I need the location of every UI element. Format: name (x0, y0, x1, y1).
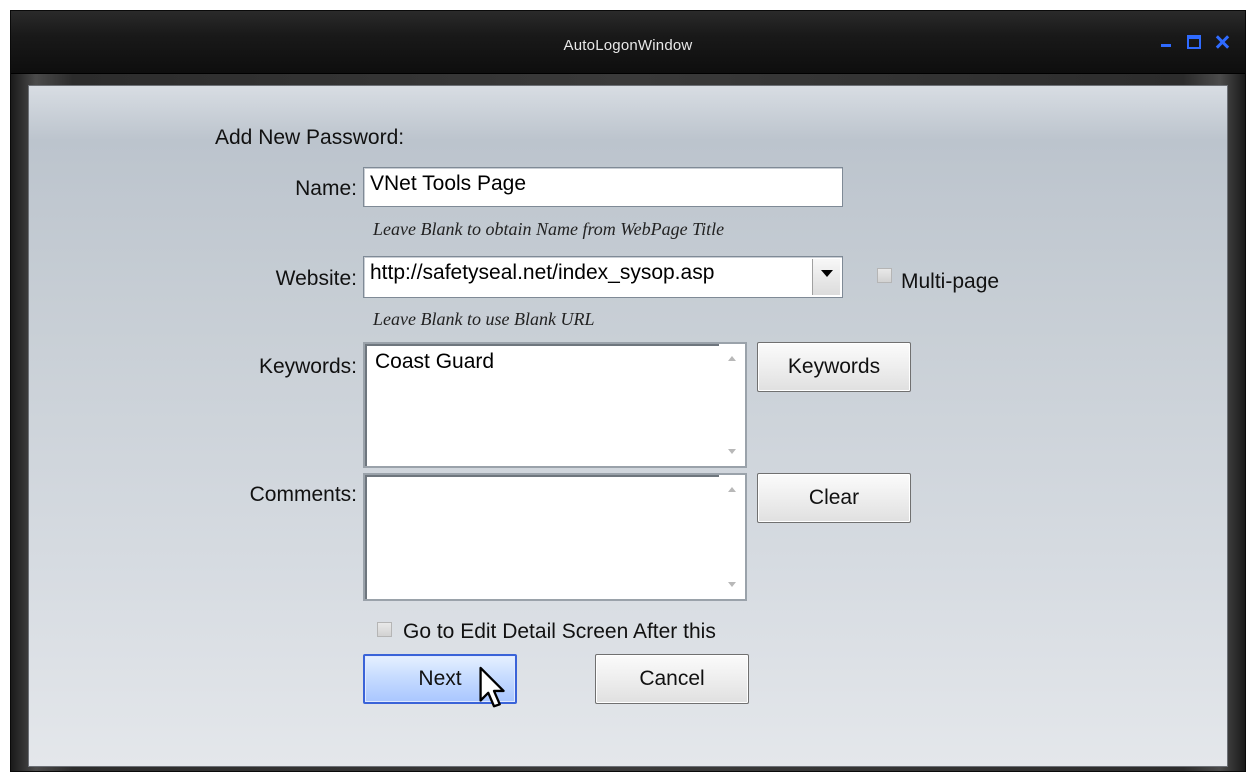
close-icon[interactable] (1215, 35, 1229, 49)
name-label: Name: (295, 177, 357, 200)
website-hint: Leave Blank to use Blank URL (373, 309, 595, 329)
keywords-textarea[interactable]: Coast Guard (363, 342, 747, 468)
comments-label: Comments: (249, 483, 357, 506)
window-title: AutoLogonWindow (563, 37, 693, 54)
multipage-label: Multi-page (901, 270, 1000, 293)
name-hint: Leave Blank to obtain Name from WebPage … (373, 219, 725, 239)
scroll-down-icon[interactable] (728, 582, 736, 587)
dialog-body: Add New Password: Name: VNet Tools Page … (28, 85, 1228, 767)
form-heading: Add New Password: (215, 126, 405, 149)
website-label: Website: (275, 267, 357, 290)
clear-button[interactable]: Clear (757, 473, 911, 523)
maximize-icon[interactable] (1187, 35, 1201, 49)
keywords-button[interactable]: Keywords (757, 342, 911, 392)
app-window: AutoLogonWindow Add New Password: Name: … (10, 10, 1246, 772)
minimize-icon[interactable] (1159, 35, 1173, 49)
edit-detail-label: Go to Edit Detail Screen After this (403, 620, 716, 643)
cancel-button[interactable]: Cancel (595, 654, 749, 704)
website-value: http://safetyseal.net/index_sysop.asp (370, 261, 715, 284)
mouse-pointer-icon (479, 666, 505, 708)
name-input[interactable]: VNet Tools Page (363, 167, 843, 207)
scroll-up-icon[interactable] (728, 356, 736, 361)
title-bar[interactable]: AutoLogonWindow (11, 11, 1245, 74)
window-controls (1159, 35, 1229, 49)
comments-scrollbar[interactable] (719, 475, 745, 599)
keywords-value: Coast Guard (375, 350, 495, 373)
multipage-checkbox[interactable] (877, 268, 892, 283)
chevron-down-icon[interactable] (812, 259, 840, 295)
website-combobox[interactable]: http://safetyseal.net/index_sysop.asp (363, 256, 843, 298)
keywords-scrollbar[interactable] (719, 344, 745, 466)
scroll-up-icon[interactable] (728, 487, 736, 492)
edit-detail-checkbox[interactable] (377, 622, 392, 637)
comments-textarea[interactable] (363, 473, 747, 601)
keywords-label: Keywords: (258, 355, 357, 378)
scroll-down-icon[interactable] (728, 449, 736, 454)
